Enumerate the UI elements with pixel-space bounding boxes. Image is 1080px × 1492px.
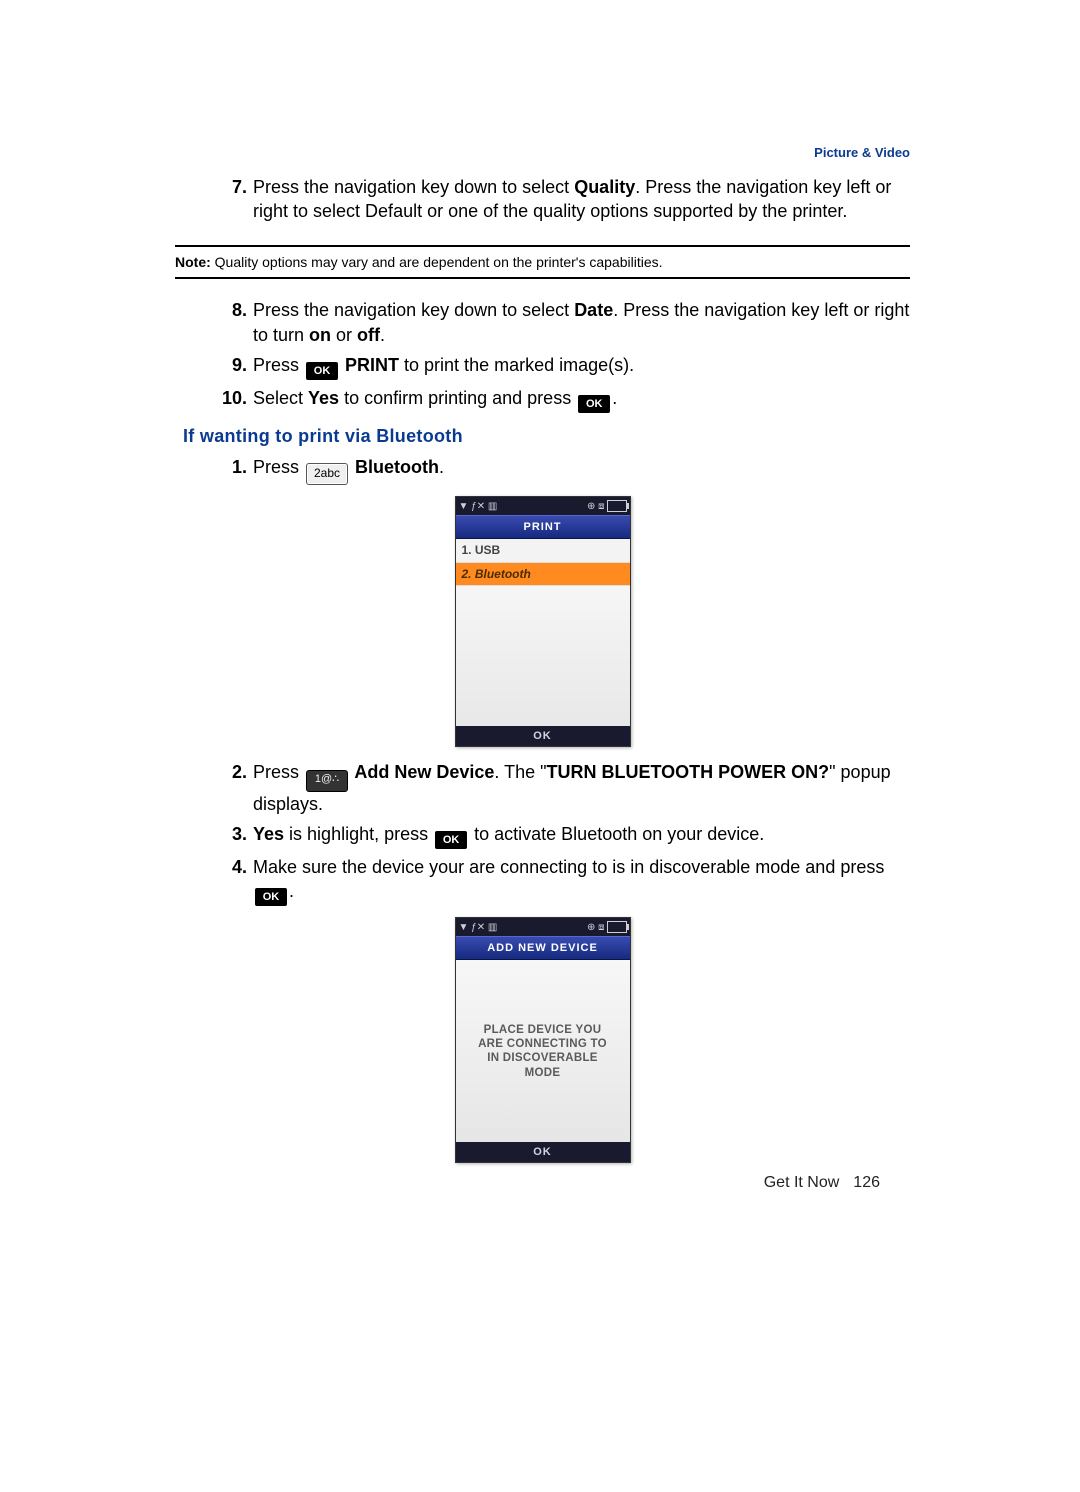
text-frag: Press the navigation key down to select	[253, 177, 574, 197]
step-7: 7. Press the navigation key down to sele…	[175, 172, 910, 227]
status-icons-left: ▼ ƒ✕ ▥	[459, 921, 498, 935]
text-frag: Press	[253, 355, 304, 375]
ok-icon: OK	[255, 888, 287, 906]
step-8: 8. Press the navigation key down to sele…	[175, 295, 910, 350]
step-10: 10. Select Yes to confirm printing and p…	[175, 383, 910, 416]
step-text: Make sure the device your are connecting…	[253, 855, 910, 906]
text-frag: Make sure the device your are connecting…	[253, 857, 884, 877]
bluetooth-heading: If wanting to print via Bluetooth	[175, 424, 910, 448]
bold-on: on	[309, 325, 331, 345]
bold-yes: Yes	[308, 388, 339, 408]
status-icons-right: ⊕ ⧈	[587, 500, 627, 514]
msg-line: ARE CONNECTING TO	[478, 1038, 607, 1050]
phone-title: PRINT	[456, 515, 630, 539]
step-text: Press 2abc Bluetooth.	[253, 455, 910, 485]
discoverable-message: PLACE DEVICE YOU ARE CONNECTING TO IN DI…	[478, 1023, 607, 1081]
phone-content: PLACE DEVICE YOU ARE CONNECTING TO IN DI…	[456, 960, 630, 1142]
text-frag: or	[331, 325, 357, 345]
step-number: 7.	[175, 175, 253, 224]
bt-step-4: 4. Make sure the device your are connect…	[175, 852, 910, 909]
status-icons: ⊕ ⧈	[587, 500, 605, 514]
msg-line: IN DISCOVERABLE	[487, 1052, 598, 1064]
text-frag: .	[439, 457, 444, 477]
bold-yes: Yes	[253, 824, 284, 844]
phone-content: 1. USB 2. Bluetooth	[456, 539, 630, 725]
text-frag: to activate Bluetooth on your device.	[469, 824, 764, 844]
print-option-bluetooth-selected: 2. Bluetooth	[456, 563, 630, 586]
key-2abc-icon: 2abc	[306, 463, 348, 485]
step-number: 10.	[175, 386, 253, 413]
text-frag: Select	[253, 388, 308, 408]
bt-step-2: 2. Press 1@∴ Add New Device. The "TURN B…	[175, 757, 910, 819]
ok-icon: OK	[435, 831, 467, 849]
text-frag: .	[380, 325, 385, 345]
bt-step-3: 3. Yes is highlight, press OK to activat…	[175, 819, 910, 852]
phone-status-bar: ▼ ƒ✕ ▥ ⊕ ⧈	[456, 918, 630, 936]
bold-off: off	[357, 325, 380, 345]
battery-icon	[607, 500, 627, 512]
status-icons: ⊕ ⧈	[587, 921, 605, 935]
text-frag: Press	[253, 762, 304, 782]
ok-icon: OK	[306, 362, 338, 380]
text-frag: to print the marked image(s).	[399, 355, 634, 375]
manual-page: Picture & Video 7. Press the navigation …	[0, 0, 1080, 1492]
note-text: Quality options may vary and are depende…	[211, 254, 663, 270]
print-option-usb: 1. USB	[456, 539, 630, 562]
phone-screenshot-print: ▼ ƒ✕ ▥ ⊕ ⧈ PRINT 1. USB 2. Bluetooth OK	[455, 496, 631, 746]
step-number: 3.	[175, 822, 253, 849]
key-1-icon: 1@∴	[306, 770, 348, 792]
text-frag: .	[289, 881, 294, 901]
ok-icon: OK	[578, 395, 610, 413]
text-frag: Press the navigation key down to select	[253, 300, 574, 320]
note-label: Note:	[175, 254, 211, 270]
bold-quality: Quality	[574, 177, 635, 197]
phone-softkey: OK	[456, 1142, 630, 1162]
phone-screenshot-add-device: ▼ ƒ✕ ▥ ⊕ ⧈ ADD NEW DEVICE PLACE DEVICE Y…	[455, 917, 631, 1163]
step-text: Select Yes to confirm printing and press…	[253, 386, 910, 413]
step-number: 8.	[175, 298, 253, 347]
step-number: 9.	[175, 353, 253, 380]
bt-step-1: 1. Press 2abc Bluetooth.	[175, 452, 910, 488]
step-9: 9. Press OK PRINT to print the marked im…	[175, 350, 910, 383]
text-frag: to confirm printing and press	[339, 388, 576, 408]
msg-line: PLACE DEVICE YOU	[484, 1024, 602, 1036]
step-text: Press 1@∴ Add New Device. The "TURN BLUE…	[253, 760, 910, 816]
bold-turn-bt-on: TURN BLUETOOTH POWER ON?	[547, 762, 830, 782]
phone-softkey: OK	[456, 726, 630, 746]
note: Note: Quality options may vary and are d…	[175, 245, 910, 280]
text-frag: Press	[253, 457, 304, 477]
bold-bluetooth: Bluetooth	[350, 457, 439, 477]
step-number: 2.	[175, 760, 253, 816]
phone-status-bar: ▼ ƒ✕ ▥ ⊕ ⧈	[456, 497, 630, 515]
section-category: Picture & Video	[175, 145, 910, 160]
phone-title: ADD NEW DEVICE	[456, 936, 630, 960]
bold-add-new-device: Add New Device	[350, 762, 494, 782]
page-number: 126	[853, 1174, 880, 1191]
msg-line: MODE	[525, 1067, 561, 1079]
status-icons-left: ▼ ƒ✕ ▥	[459, 500, 498, 514]
step-text: Press the navigation key down to select …	[253, 298, 910, 347]
battery-icon	[607, 921, 627, 933]
bold-print: PRINT	[340, 355, 399, 375]
step-number: 4.	[175, 855, 253, 906]
step-text: Yes is highlight, press OK to activate B…	[253, 822, 910, 849]
step-text: Press the navigation key down to select …	[253, 175, 910, 224]
step-number: 1.	[175, 455, 253, 485]
text-frag: .	[612, 388, 617, 408]
step-text: Press OK PRINT to print the marked image…	[253, 353, 910, 380]
body-content: 7. Press the navigation key down to sele…	[175, 172, 910, 1163]
empty-area	[456, 586, 630, 726]
text-frag: is highlight, press	[284, 824, 433, 844]
chapter-name: Get It Now	[764, 1174, 840, 1191]
page-footer: Get It Now 126	[764, 1174, 880, 1192]
bold-date: Date	[574, 300, 613, 320]
text-frag: . The "	[494, 762, 546, 782]
status-icons-right: ⊕ ⧈	[587, 921, 627, 935]
